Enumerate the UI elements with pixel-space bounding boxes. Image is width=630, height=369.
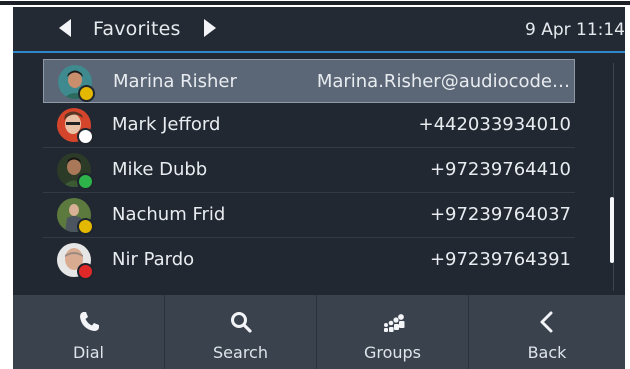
avatar: [57, 198, 94, 235]
contact-name: Marina Risher: [113, 71, 237, 92]
previous-arrow-icon[interactable]: [59, 19, 71, 37]
dial-softkey[interactable]: Dial: [13, 295, 165, 369]
avatar: [57, 153, 94, 190]
back-label: Back: [527, 343, 567, 362]
avatar: [57, 243, 94, 280]
avatar: [57, 108, 94, 145]
back-softkey[interactable]: Back: [469, 295, 625, 369]
groups-softkey[interactable]: Groups: [317, 295, 469, 369]
contact-detail: +97239764037: [429, 204, 571, 225]
next-arrow-icon[interactable]: [204, 19, 216, 37]
date-time: 9 Apr 11:14: [524, 20, 625, 40]
search-softkey[interactable]: Search: [165, 295, 317, 369]
header-bar: Favorites 9 Apr 11:14: [13, 7, 625, 52]
search-label: Search: [213, 343, 268, 362]
groups-icon: [383, 314, 404, 332]
contact-list: Marina Risher Marina.Risher@audiocode… M…: [43, 59, 575, 283]
contact-row-marina-risher[interactable]: Marina Risher Marina.Risher@audiocode…: [43, 59, 575, 103]
contact-detail: Marina.Risher@audiocode…: [316, 71, 570, 92]
scrollbar-thumb[interactable]: [610, 197, 614, 263]
avatar: [58, 65, 95, 102]
back-chevron-icon: [540, 311, 553, 333]
phone-icon: [79, 312, 99, 331]
contact-row-nachum-frid[interactable]: Nachum Frid +97239764037: [43, 193, 575, 238]
contact-detail: +97239764410: [429, 159, 571, 180]
contact-row-mark-jefford[interactable]: Mark Jefford +442033934010: [43, 103, 575, 148]
softkey-bar: Dial Search Groups Back: [13, 295, 625, 369]
contact-name: Nir Pardo: [112, 249, 195, 270]
contact-row-nir-pardo[interactable]: Nir Pardo +97239764391: [43, 238, 575, 283]
status-available-icon: [77, 173, 94, 190]
header-divider: [13, 51, 625, 53]
page-title: Favorites: [93, 18, 181, 40]
contact-row-mike-dubb[interactable]: Mike Dubb +97239764410: [43, 148, 575, 193]
status-offline-icon: [77, 128, 94, 145]
search-icon: [230, 312, 252, 333]
groups-label: Groups: [363, 343, 422, 362]
contact-name: Mark Jefford: [112, 114, 221, 135]
status-away-icon: [78, 85, 95, 102]
contact-name: Nachum Frid: [112, 204, 226, 225]
status-busy-icon: [77, 263, 94, 280]
contact-detail: +442033934010: [418, 114, 571, 135]
dial-label: Dial: [72, 343, 104, 362]
device-frame-top: [0, 0, 630, 7]
contact-name: Mike Dubb: [112, 159, 208, 180]
phone-screen: Favorites 9 Apr 11:14 Marina Risher Mari…: [13, 7, 625, 369]
contact-detail: +97239764391: [429, 249, 571, 270]
status-away-icon: [77, 218, 94, 235]
